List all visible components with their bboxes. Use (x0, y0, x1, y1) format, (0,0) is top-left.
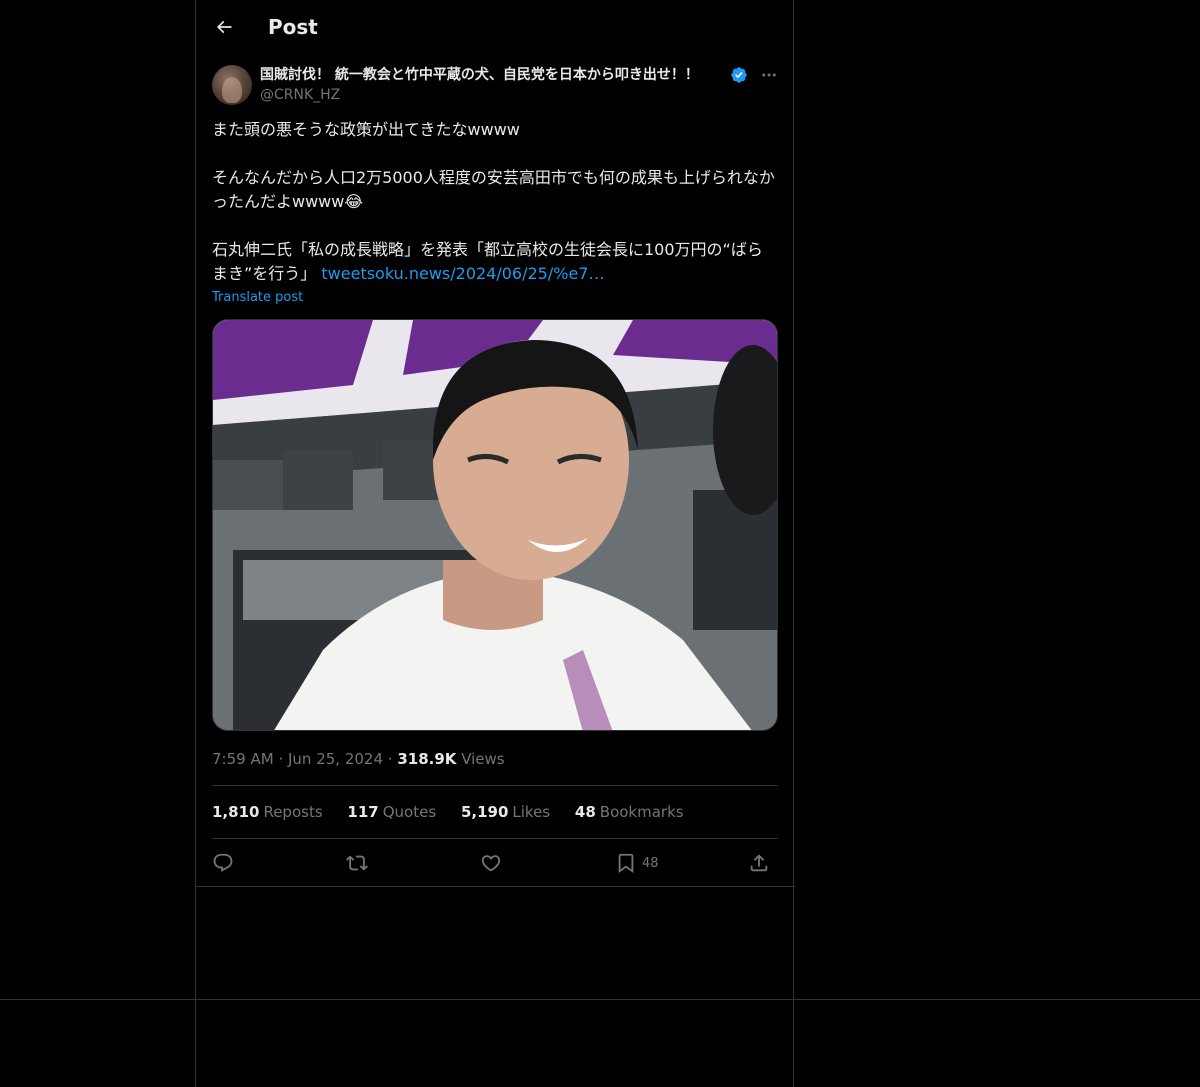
verified-badge-icon[interactable] (730, 66, 748, 84)
meta-separator: · (278, 750, 288, 768)
translate-post-link[interactable]: Translate post (212, 289, 303, 307)
tweet-body: また頭の悪そうな政策が出てきたなwwww そんなんだから人口2万5000人程度の… (212, 120, 775, 283)
likes-label: Likes (512, 803, 551, 821)
share-icon (750, 854, 768, 872)
reply-icon (213, 853, 233, 872)
views-count: 318.9K (397, 750, 457, 768)
reposts-stat[interactable]: 1,810 Reposts (212, 803, 323, 821)
bookmark-icon (618, 853, 634, 874)
page-title: Post (268, 15, 318, 39)
divider (212, 838, 778, 839)
meta-separator: · (387, 750, 398, 768)
action-bar: 48 (212, 848, 778, 878)
main-column: Post 国賊討伐！ 統一教会と竹中平蔵の犬、自民党を日本から叩き出せ！！ @C… (195, 0, 795, 1087)
reposts-count: 1,810 (212, 803, 260, 821)
photo-illustration (213, 320, 777, 730)
quotes-stat[interactable]: 117 Quotes (347, 803, 436, 821)
more-horizontal-icon (762, 73, 776, 77)
bookmark-button[interactable]: 48 (615, 850, 659, 876)
post-date[interactable]: Jun 25, 2024 (288, 750, 383, 768)
author-display-name[interactable]: 国賊討伐！ 統一教会と竹中平蔵の犬、自民党を日本から叩き出せ！！ (260, 65, 699, 85)
divider (196, 886, 795, 887)
post-meta: 7:59 AM · Jun 25, 2024 · 318.9K Views (212, 749, 505, 769)
post-time[interactable]: 7:59 AM (212, 750, 274, 768)
quotes-label: Quotes (382, 803, 437, 821)
bookmarks-count: 48 (574, 803, 596, 821)
author-handle[interactable]: @CRNK_HZ (260, 85, 340, 105)
tweet-photo[interactable] (212, 319, 778, 731)
bookmarks-label: Bookmarks (599, 803, 684, 821)
divider (212, 785, 778, 786)
bookmarks-stat[interactable]: 48 Bookmarks (575, 803, 684, 821)
author-row: 国賊討伐！ 統一教会と竹中平蔵の犬、自民党を日本から叩き出せ！！ @CRNK_H… (212, 64, 777, 108)
repost-icon (346, 855, 368, 871)
heart-icon (481, 855, 501, 872)
post-header: Post (196, 0, 795, 54)
reposts-label: Reposts (263, 803, 323, 821)
likes-count: 5,190 (460, 803, 509, 821)
tweet-link[interactable]: tweetsoku.news/2024/06/25/%e7… (321, 264, 604, 283)
quotes-count: 117 (347, 803, 379, 821)
share-button[interactable] (748, 850, 770, 876)
back-button[interactable] (210, 13, 238, 41)
avatar[interactable] (212, 65, 252, 105)
bookmark-count: 48 (642, 855, 659, 871)
more-options-button[interactable] (758, 64, 780, 86)
likes-stat[interactable]: 5,190 Likes (461, 803, 550, 821)
page: Post 国賊討伐！ 統一教会と竹中平蔵の犬、自民党を日本から叩き出せ！！ @C… (0, 0, 1200, 1087)
engagement-stats: 1,810 Reposts 117 Quotes 5,190 Likes 48 Book… (212, 802, 704, 822)
like-button[interactable] (480, 850, 502, 876)
views-label: Views (461, 750, 505, 768)
tweet-text: また頭の悪そうな政策が出てきたなwwww そんなんだから人口2万5000人程度の… (212, 118, 777, 286)
repost-button[interactable] (346, 850, 368, 876)
reply-button[interactable] (212, 850, 234, 876)
arrow-left-icon (216, 20, 232, 34)
